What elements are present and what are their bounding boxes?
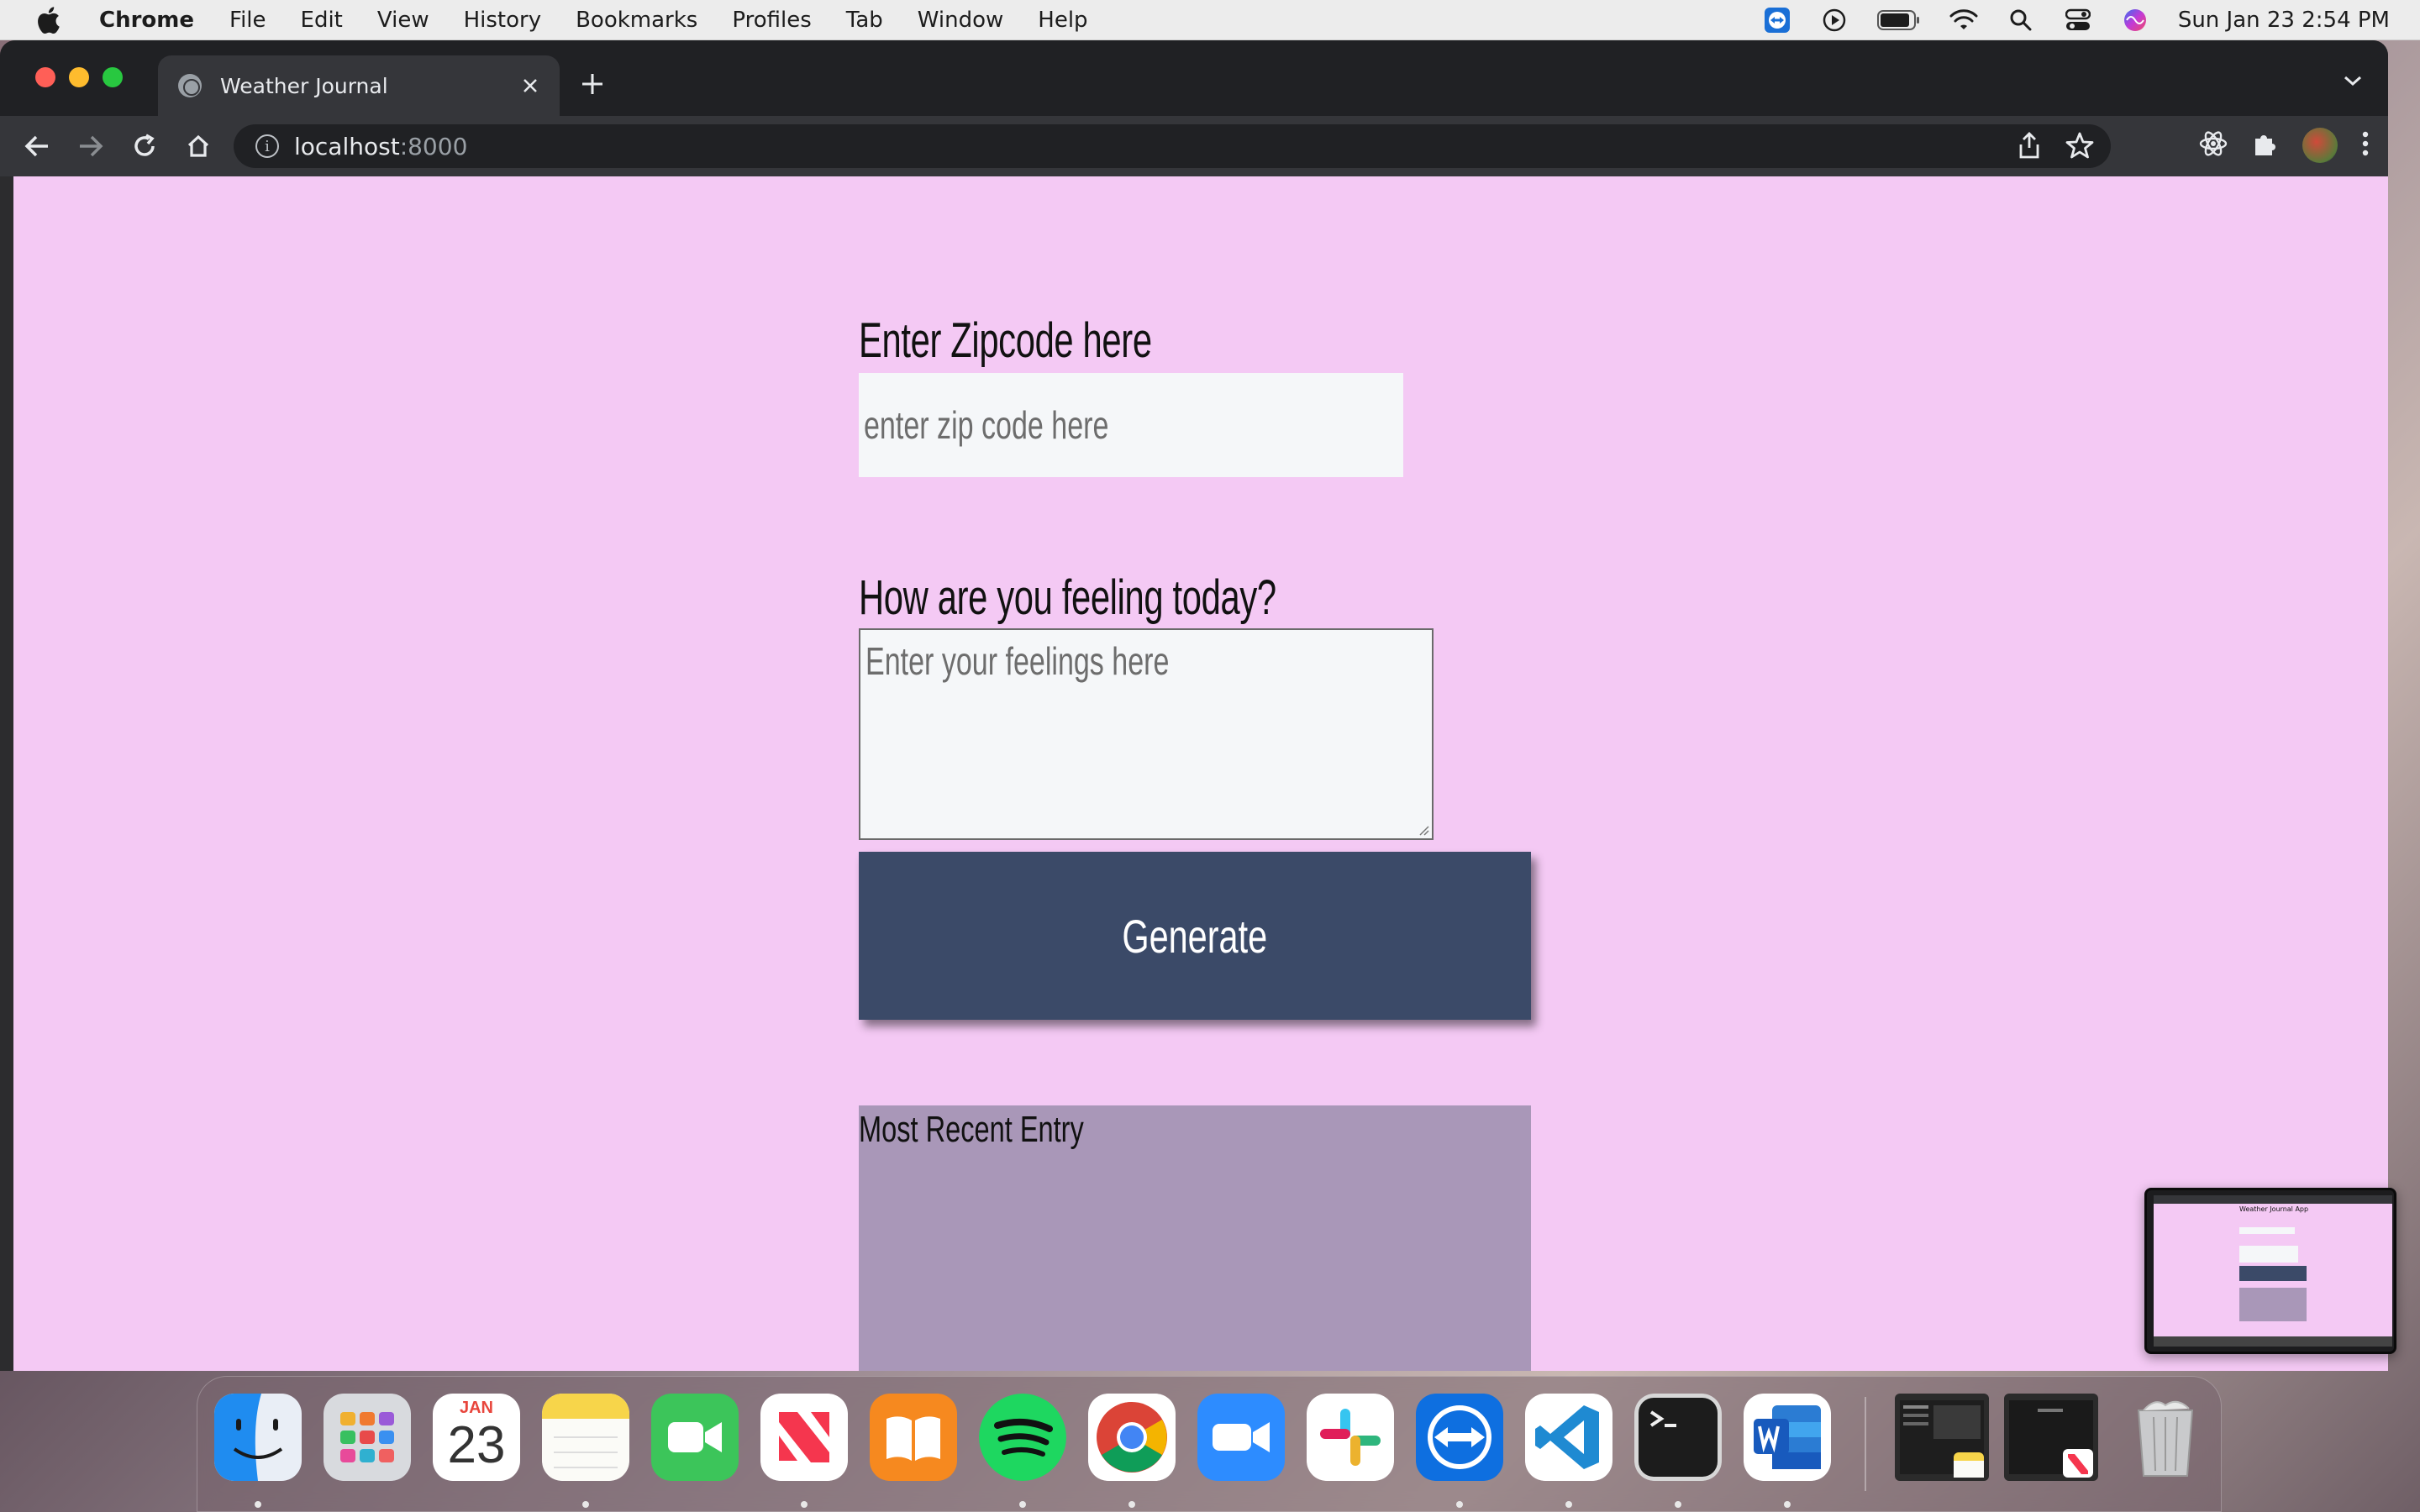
menubar-clock[interactable]: Sun Jan 23 2:54 PM xyxy=(2178,8,2390,33)
menu-window[interactable]: Window xyxy=(918,8,1004,33)
slack-icon[interactable] xyxy=(1307,1394,1394,1481)
play-status-icon[interactable] xyxy=(1820,8,1849,33)
minimized-window-news[interactable] xyxy=(2004,1394,2098,1481)
share-icon[interactable] xyxy=(2017,131,2042,165)
forward-arrow-icon[interactable] xyxy=(76,131,106,161)
finder-running-dot xyxy=(255,1501,261,1508)
calendar-icon[interactable]: JAN 23 xyxy=(433,1394,520,1481)
zoom-window-button[interactable] xyxy=(103,67,123,87)
new-tab-button[interactable] xyxy=(580,69,605,102)
books-icon[interactable] xyxy=(870,1394,957,1481)
spotify-running-dot xyxy=(1019,1501,1026,1508)
siri-icon[interactable] xyxy=(2121,8,2149,33)
dock: JAN 23 xyxy=(197,1376,2222,1512)
address-bar[interactable]: i localhost:8000 xyxy=(234,124,2111,168)
close-window-button[interactable] xyxy=(35,67,55,87)
reload-icon[interactable] xyxy=(129,131,160,161)
tab-strip: Weather Journal xyxy=(0,40,2388,116)
menu-history[interactable]: History xyxy=(464,8,542,33)
feelings-label: How are you feeling today? xyxy=(859,570,1276,625)
terminal-icon[interactable] xyxy=(1634,1394,1722,1481)
bookmark-star-icon[interactable] xyxy=(2065,131,2094,165)
thumbnail-dock xyxy=(2154,1336,2392,1347)
word-icon[interactable] xyxy=(1744,1394,1831,1481)
site-info-icon[interactable]: i xyxy=(255,134,279,158)
menu-bar: Chrome File Edit View History Bookmarks … xyxy=(0,0,2420,40)
word-running-dot xyxy=(1784,1501,1791,1508)
browser-toolbar: i localhost:8000 xyxy=(0,116,2388,176)
thumbnail-entry-panel xyxy=(2239,1288,2307,1321)
textarea-resize-handle-icon[interactable] xyxy=(1418,824,1429,836)
spotlight-search-icon[interactable] xyxy=(2007,8,2035,33)
terminal-running-dot xyxy=(1675,1501,1681,1508)
tab-title: Weather Journal xyxy=(220,73,388,98)
vscode-icon[interactable] xyxy=(1525,1394,1612,1481)
apple-menu-icon[interactable] xyxy=(34,6,62,34)
react-devtools-extension-icon[interactable] xyxy=(2198,129,2228,161)
recent-entry-title: Most Recent Entry xyxy=(859,1109,1084,1150)
vscode-running-dot xyxy=(1565,1501,1572,1508)
chrome-running-dot xyxy=(1128,1501,1135,1508)
menu-edit[interactable]: Edit xyxy=(301,8,343,33)
thumbnail-toolbar xyxy=(2154,1195,2392,1204)
home-icon[interactable] xyxy=(183,131,213,161)
zoom-icon[interactable] xyxy=(1197,1394,1285,1481)
menu-bookmarks[interactable]: Bookmarks xyxy=(576,8,697,33)
menu-view[interactable]: View xyxy=(377,8,429,33)
zip-label: Enter Zipcode here xyxy=(859,313,1152,368)
dock-separator xyxy=(1865,1397,1866,1491)
recent-entry-panel: Most Recent Entry xyxy=(859,1105,1531,1371)
generate-button[interactable]: Generate xyxy=(859,852,1531,1020)
menu-help[interactable]: Help xyxy=(1038,8,1087,33)
url-port: :8000 xyxy=(399,132,468,160)
menu-file[interactable]: File xyxy=(229,8,266,33)
thumbnail-zip-field xyxy=(2239,1227,2295,1234)
menu-app-name[interactable]: Chrome xyxy=(99,8,194,33)
profile-avatar[interactable] xyxy=(2302,128,2338,163)
finder-icon[interactable] xyxy=(214,1394,302,1481)
spotify-icon[interactable] xyxy=(979,1394,1066,1481)
control-center-icon[interactable] xyxy=(2064,8,2092,33)
teamviewer-running-dot xyxy=(1456,1501,1463,1508)
launchpad-icon[interactable] xyxy=(324,1394,411,1481)
thumbnail-title: Weather Journal App xyxy=(2239,1205,2309,1213)
zip-placeholder: enter zip code here xyxy=(864,403,1109,447)
wifi-icon[interactable] xyxy=(1949,8,1978,33)
menu-profiles[interactable]: Profiles xyxy=(732,8,811,33)
tab-search-chevron-icon[interactable] xyxy=(2343,74,2363,91)
menu-tab[interactable]: Tab xyxy=(846,8,883,33)
back-arrow-icon[interactable] xyxy=(22,131,52,161)
facetime-icon[interactable] xyxy=(651,1394,739,1481)
battery-icon[interactable] xyxy=(1876,8,1921,33)
generate-button-label: Generate xyxy=(1122,909,1268,963)
notes-icon[interactable] xyxy=(542,1394,629,1481)
chrome-window: Weather Journal i localhost:8000 Enter … xyxy=(0,40,2388,1371)
teamviewer-icon[interactable] xyxy=(1416,1394,1503,1481)
trash-icon[interactable] xyxy=(2122,1394,2209,1481)
minimize-window-button[interactable] xyxy=(69,67,89,87)
feelings-placeholder: Enter your feelings here xyxy=(865,639,1170,683)
notes-running-dot xyxy=(582,1501,589,1508)
page-viewport: Enter Zipcode here enter zip code here H… xyxy=(13,176,2388,1371)
news-running-dot xyxy=(801,1501,808,1508)
url-host: localhost xyxy=(294,132,400,160)
tab-weather-journal[interactable]: Weather Journal xyxy=(158,55,560,116)
calendar-day: 23 xyxy=(447,1416,506,1474)
news-icon[interactable] xyxy=(760,1394,848,1481)
thumbnail-generate-button xyxy=(2239,1266,2307,1281)
screenshot-thumbnail-preview[interactable]: Weather Journal App xyxy=(2144,1188,2396,1354)
teamviewer-status-icon[interactable] xyxy=(1763,8,1791,33)
chrome-icon[interactable] xyxy=(1088,1394,1176,1481)
thumbnail-feelings-field xyxy=(2239,1246,2298,1263)
window-controls xyxy=(35,67,123,87)
chrome-menu-kebab-icon[interactable] xyxy=(2361,130,2370,160)
extensions-puzzle-icon[interactable] xyxy=(2252,130,2279,160)
feelings-textarea[interactable]: Enter your feelings here xyxy=(859,628,1434,840)
globe-favicon-icon xyxy=(178,74,202,97)
zip-input[interactable]: enter zip code here xyxy=(859,373,1403,477)
tab-close-icon[interactable] xyxy=(518,73,543,98)
minimized-window-notes[interactable] xyxy=(1895,1394,1989,1481)
